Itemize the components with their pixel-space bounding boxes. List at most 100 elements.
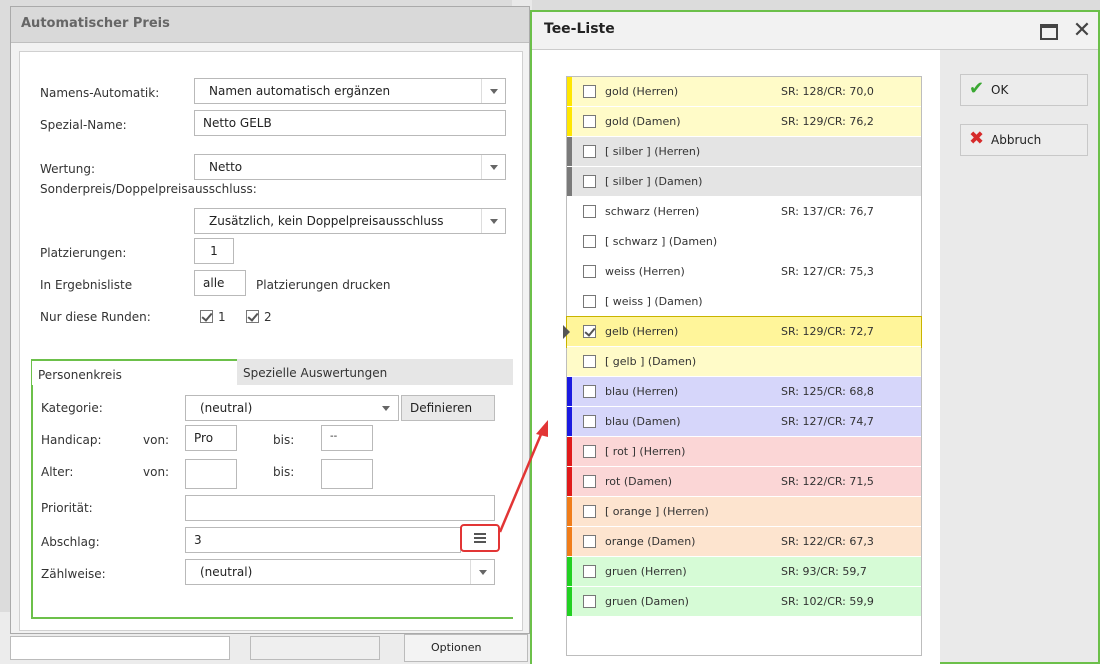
background-field: [10, 636, 230, 660]
tee-checkbox[interactable]: [583, 85, 596, 98]
platzierungen-input[interactable]: 1: [194, 238, 234, 264]
tee-color-stripe: [567, 347, 572, 376]
tee-color-stripe: [567, 377, 572, 406]
tee-color-stripe: [567, 107, 572, 136]
alter-bis-label: bis:: [273, 465, 295, 479]
tee-row[interactable]: [ silber ] (Damen): [567, 167, 921, 197]
sonderpreis-select[interactable]: Zusätzlich, kein Doppelpreisausschluss: [194, 208, 506, 234]
tee-row[interactable]: rot (Damen) SR: 122/CR: 71,5: [567, 467, 921, 497]
handicap-von-input[interactable]: Pro: [185, 425, 237, 451]
tee-checkbox[interactable]: [583, 505, 596, 518]
tee-row[interactable]: gold (Damen) SR: 129/CR: 76,2: [567, 107, 921, 137]
alter-von-label: von:: [143, 465, 170, 479]
tee-name: gold (Herren): [605, 85, 679, 98]
tee-row[interactable]: [ schwarz ] (Damen): [567, 227, 921, 257]
spezial-name-input[interactable]: Netto GELB: [194, 110, 506, 136]
tee-checkbox[interactable]: [583, 325, 596, 338]
chevron-down-icon[interactable]: [374, 396, 398, 420]
tee-list-button[interactable]: [460, 524, 500, 552]
tee-name: rot (Damen): [605, 475, 673, 488]
tee-row[interactable]: [ rot ] (Herren): [567, 437, 921, 467]
runde-2-label: 2: [264, 310, 272, 324]
tee-color-stripe: [567, 587, 572, 616]
cross-icon: ✖: [969, 128, 985, 149]
selection-marker-icon: [563, 325, 570, 339]
tee-checkbox[interactable]: [583, 475, 596, 488]
tee-checkbox[interactable]: [583, 535, 596, 548]
tee-checkbox[interactable]: [583, 385, 596, 398]
tee-checkbox[interactable]: [583, 265, 596, 278]
tee-rating: SR: 125/CR: 68,8: [781, 385, 874, 398]
chevron-down-icon[interactable]: [481, 79, 505, 103]
handicap-bis-input[interactable]: --: [321, 425, 373, 451]
ergebnisliste-input[interactable]: alle: [194, 270, 246, 296]
tee-row[interactable]: gold (Herren) SR: 128/CR: 70,0: [567, 77, 921, 107]
tab-personenkreis[interactable]: Personenkreis: [31, 359, 237, 385]
tee-color-stripe: [567, 287, 572, 316]
tee-name: [ schwarz ] (Damen): [605, 235, 718, 248]
tee-name: [ orange ] (Herren): [605, 505, 709, 518]
tee-color-stripe: [567, 527, 572, 556]
cancel-button[interactable]: ✖ Abbruch: [960, 124, 1088, 156]
chevron-down-icon[interactable]: [481, 209, 505, 233]
checkmark-icon: ✔: [969, 78, 985, 99]
tee-row[interactable]: [ weiss ] (Damen): [567, 287, 921, 317]
tee-color-stripe: [567, 497, 572, 526]
tee-checkbox[interactable]: [583, 595, 596, 608]
tee-row[interactable]: blau (Damen) SR: 127/CR: 74,7: [567, 407, 921, 437]
alter-von-input[interactable]: [185, 459, 237, 489]
tee-row[interactable]: [ orange ] (Herren): [567, 497, 921, 527]
dialog-title: Automatischer Preis: [11, 7, 529, 43]
tee-row[interactable]: weiss (Herren) SR: 127/CR: 75,3: [567, 257, 921, 287]
tee-row[interactable]: blau (Herren) SR: 125/CR: 68,8: [567, 377, 921, 407]
tee-row[interactable]: schwarz (Herren) SR: 137/CR: 76,7: [567, 197, 921, 227]
definieren-button[interactable]: Definieren: [401, 395, 495, 421]
tee-checkbox[interactable]: [583, 205, 596, 218]
runde-1-checkbox[interactable]: [200, 310, 213, 323]
tee-checkbox[interactable]: [583, 145, 596, 158]
options-label: Optionen: [431, 641, 482, 654]
tee-checkbox[interactable]: [583, 295, 596, 308]
abschlag-input[interactable]: 3: [185, 527, 461, 553]
tee-checkbox[interactable]: [583, 115, 596, 128]
tee-checkbox[interactable]: [583, 175, 596, 188]
zaehlweise-select[interactable]: (neutral): [185, 559, 495, 585]
tee-checkbox[interactable]: [583, 355, 596, 368]
tab-spezielle-auswertungen[interactable]: Spezielle Auswertungen: [237, 359, 393, 385]
tee-row[interactable]: [ gelb ] (Damen): [567, 347, 921, 377]
tee-row[interactable]: [ silber ] (Herren): [567, 137, 921, 167]
tee-checkbox[interactable]: [583, 235, 596, 248]
platzierungen-label: Platzierungen:: [40, 246, 127, 260]
tee-row[interactable]: gruen (Herren) SR: 93/CR: 59,7: [567, 557, 921, 587]
kategorie-select[interactable]: (neutral): [185, 395, 399, 421]
tee-color-stripe: [567, 227, 572, 256]
tee-checkbox[interactable]: [583, 415, 596, 428]
tee-list: gold (Herren) SR: 128/CR: 70,0 gold (Damen…: [563, 76, 922, 656]
tee-row[interactable]: gruen (Damen) SR: 102/CR: 59,9: [567, 587, 921, 617]
tee-row[interactable]: orange (Damen) SR: 122/CR: 67,3: [567, 527, 921, 557]
chevron-down-icon[interactable]: [470, 560, 494, 584]
alter-bis-input[interactable]: [321, 459, 373, 489]
tee-liste-dialog: Tee-Liste ✕ gold (Herren) SR: 128/CR: 70,…: [530, 10, 1100, 664]
tee-row[interactable]: gelb (Herren) SR: 129/CR: 72,7: [563, 316, 922, 348]
ergebnisliste-label: In Ergebnisliste: [40, 278, 133, 292]
runde-2-checkbox[interactable]: [246, 310, 259, 323]
tee-checkbox[interactable]: [583, 565, 596, 578]
wertung-select[interactable]: Netto: [194, 154, 506, 180]
tee-checkbox[interactable]: [583, 445, 596, 458]
ok-label: OK: [991, 83, 1009, 97]
chevron-down-icon[interactable]: [481, 155, 505, 179]
prioritaet-input[interactable]: [185, 495, 495, 521]
tee-color-stripe: [567, 557, 572, 586]
background-button[interactable]: [250, 636, 380, 660]
ok-button[interactable]: ✔ OK: [960, 74, 1088, 106]
tee-rating: SR: 102/CR: 59,9: [781, 595, 874, 608]
maximize-icon[interactable]: [1040, 24, 1058, 40]
close-icon[interactable]: ✕: [1072, 20, 1092, 42]
background-options-button[interactable]: Optionen: [404, 634, 528, 662]
menu-icon: [474, 533, 486, 543]
cancel-label: Abbruch: [991, 133, 1042, 147]
namens-automatik-select[interactable]: Namen automatisch ergänzen: [194, 78, 506, 104]
tee-name: [ gelb ] (Damen): [605, 355, 697, 368]
tab-bar: Personenkreis Spezielle Auswertungen: [31, 359, 513, 385]
